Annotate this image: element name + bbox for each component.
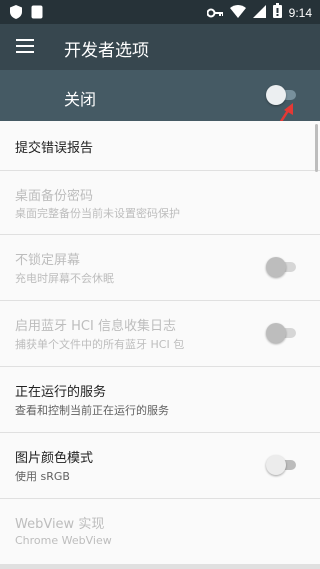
wifi-icon [229, 3, 246, 22]
setting-item-picture-color-mode[interactable]: 图片颜色模式 使用 sRGB [0, 433, 320, 499]
setting-item-stay-awake[interactable]: 不锁定屏幕 充电时屏幕不会休眠 [0, 235, 320, 301]
setting-summary: 使用 sRGB [15, 470, 70, 483]
signal-icon [252, 3, 266, 22]
setting-item-backup-password[interactable]: 桌面备份密码 桌面完整备份当前未设置密码保护 [0, 171, 320, 235]
screen: 9:14 开发者选项 关闭 提交错误报告 桌面备份密码 桌面完整备份当前未设置密… [0, 0, 320, 569]
setting-title: 图片颜色模式 [15, 451, 94, 466]
setting-title: WebView 实现 [15, 517, 105, 532]
battery-icon [272, 3, 282, 22]
setting-summary: 捕获单个文件中的所有蓝牙 HCI 包 [15, 338, 185, 351]
stay-awake-toggle-switch[interactable] [266, 257, 296, 277]
setting-summary: 查看和控制当前正在运行的服务 [15, 404, 169, 417]
bluetooth-hci-log-toggle-switch[interactable] [266, 323, 296, 343]
master-switch-label: 关闭 [64, 90, 97, 109]
setting-item-bluetooth-hci-log[interactable]: 启用蓝牙 HCI 信息收集日志 捕获单个文件中的所有蓝牙 HCI 包 [0, 301, 320, 367]
status-time: 9:14 [288, 5, 312, 20]
app-bar: 开发者选项 [0, 24, 320, 70]
setting-title: 桌面备份密码 [15, 189, 94, 204]
picture-color-mode-toggle-switch[interactable] [266, 455, 296, 475]
status-bar: 9:14 [0, 0, 320, 24]
sim-square-icon [31, 4, 43, 23]
shield-icon [10, 4, 22, 23]
menu-icon[interactable] [16, 39, 34, 53]
key-icon [206, 3, 223, 22]
setting-item-webview-implementation[interactable]: WebView 实现 Chrome WebView [0, 499, 320, 565]
setting-title: 提交错误报告 [15, 141, 94, 156]
setting-summary: 桌面完整备份当前未设置密码保护 [15, 207, 180, 220]
page-title: 开发者选项 [64, 41, 149, 61]
setting-item-running-services[interactable]: 正在运行的服务 查看和控制当前正在运行的服务 [0, 367, 320, 433]
settings-list: 提交错误报告 桌面备份密码 桌面完整备份当前未设置密码保护 不锁定屏幕 充电时屏… [0, 121, 320, 565]
setting-item-bug-report[interactable]: 提交错误报告 [0, 121, 320, 171]
scrollbar-thumb[interactable] [315, 124, 318, 172]
setting-title: 不锁定屏幕 [15, 253, 81, 268]
bottom-divider [0, 565, 320, 569]
setting-title: 启用蓝牙 HCI 信息收集日志 [15, 319, 176, 334]
setting-summary: 充电时屏幕不会休眠 [15, 272, 114, 285]
setting-title: 正在运行的服务 [15, 385, 107, 400]
setting-summary: Chrome WebView [15, 534, 112, 547]
